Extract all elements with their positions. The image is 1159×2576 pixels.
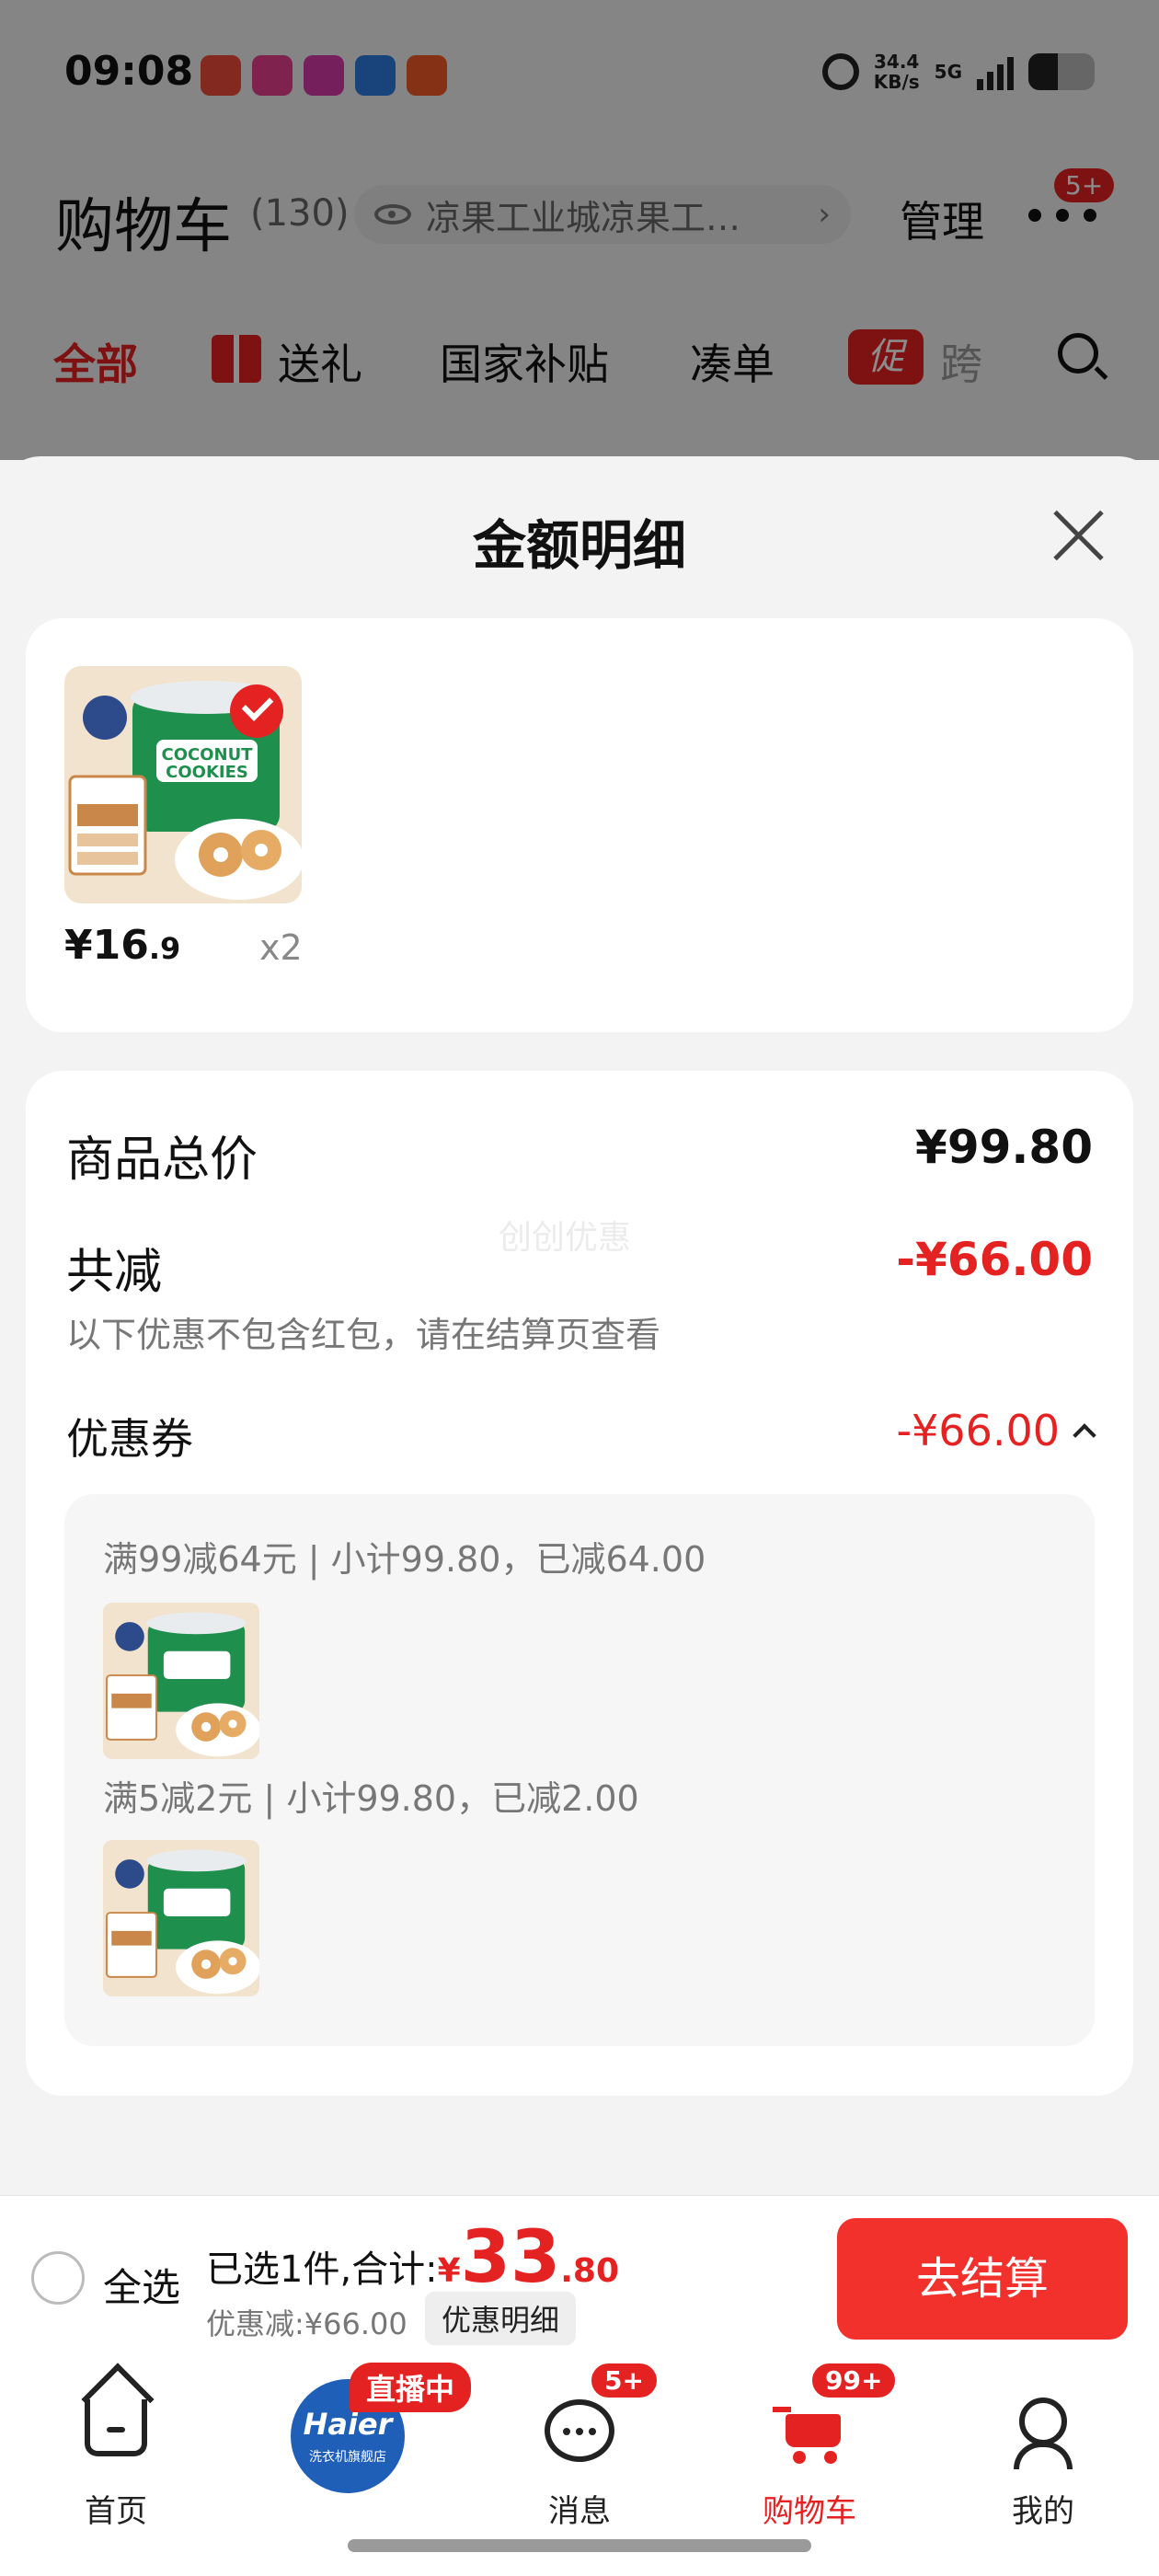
sheet-title: 金额明细 [472, 514, 686, 577]
nav-messages-label: 消息 [548, 2493, 611, 2530]
selected-total: 已选1件,合计: ¥ 33 .80 [206, 2216, 620, 2299]
quantity: x2 [259, 927, 303, 968]
message-icon [545, 2399, 614, 2462]
currency-symbol: ¥ [437, 2252, 461, 2290]
live-badge: 直播中 [350, 2363, 472, 2412]
price-summary-card: 商品总价 ¥99.80 创创优惠 共减 -¥66.00 以下优惠不包含红包，请在… [26, 1071, 1133, 2096]
home-indicator[interactable] [348, 2539, 811, 2552]
discount-note: 以下优惠不包含红包，请在结算页查看 [66, 1315, 661, 1355]
haier-store-name: 洗衣机旗舰店 [309, 2450, 386, 2465]
total-cents: .80 [560, 2252, 620, 2290]
checkout-bar: 全选 已选1件,合计: ¥ 33 .80 优惠减:¥66.00 优惠明细 去结算 [0, 2195, 1159, 2358]
cart-icon [773, 2407, 846, 2464]
unit-price: ¥16.9 [64, 922, 180, 969]
messages-badge: 5+ [589, 2361, 660, 2400]
total-discount-label: 共减 [66, 1245, 163, 1300]
close-icon[interactable] [1050, 508, 1106, 563]
nav-home-label: 首页 [85, 2493, 147, 2530]
chevron-up-icon [1073, 1423, 1096, 1447]
unit-price-main: ¥16 [64, 922, 149, 969]
coupon-rule-2: 满5减2元 | 小计99.80，已减2.00 [103, 1778, 639, 1819]
total-discount-value: -¥66.00 [896, 1233, 1093, 1286]
total-price-value: ¥99.80 [915, 1121, 1093, 1174]
coupon-label: 优惠券 [66, 1414, 193, 1464]
coupon-toggle[interactable]: -¥66.00 [896, 1406, 1096, 1455]
total-amount: 33 [460, 2216, 561, 2299]
discount-amount: 优惠减:¥66.00 [206, 2306, 407, 2341]
coupon-product-image[interactable] [103, 1603, 259, 1759]
watermark: 创创优惠 [499, 1219, 632, 1257]
product-card: COCONUT COOKIES ¥16.9 x2 [26, 618, 1133, 1032]
nav-cart-label: 购物车 [763, 2493, 856, 2530]
coupon-value: -¥66.00 [896, 1406, 1060, 1455]
cart-badge: 99+ [809, 2361, 899, 2400]
coupon-details: 满99减64元 | 小计99.80，已减64.00 满5减2元 | 小计99.8… [64, 1494, 1095, 2046]
checkout-button[interactable]: 去结算 [837, 2218, 1128, 2340]
home-icon [85, 2399, 147, 2456]
discount-detail-button[interactable]: 优惠明细 [425, 2292, 577, 2345]
select-all-label[interactable]: 全选 [103, 2257, 180, 2313]
coupon-rule-1: 满99减64元 | 小计99.80，已减64.00 [103, 1539, 706, 1580]
nav-me-label: 我的 [1012, 2493, 1074, 2530]
total-price-label: 商品总价 [66, 1133, 258, 1188]
svg-text:COCONUT: COCONUT [162, 745, 254, 765]
person-icon [1014, 2398, 1073, 2469]
selected-check-icon[interactable] [230, 684, 283, 738]
svg-text:COOKIES: COOKIES [166, 763, 248, 782]
modal-overlay[interactable] [0, 0, 1159, 460]
selected-count: 已选1件,合计: [206, 2248, 438, 2291]
unit-price-cents: .9 [148, 931, 181, 966]
coupon-product-image[interactable] [103, 1840, 259, 1996]
select-all-checkbox[interactable] [31, 2251, 85, 2305]
price-detail-sheet: 金额明细 COCONUT COOKIES ¥16.9 x2 商品总价 ¥99.8… [0, 456, 1159, 2195]
